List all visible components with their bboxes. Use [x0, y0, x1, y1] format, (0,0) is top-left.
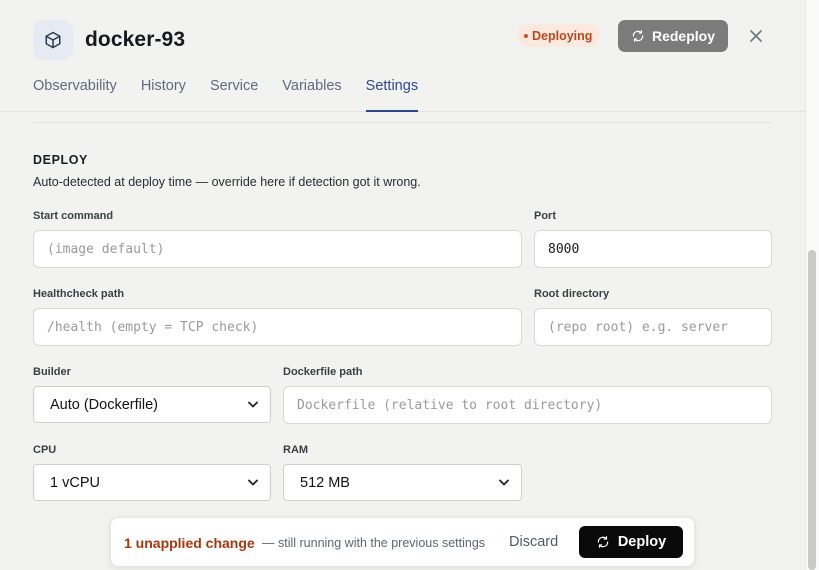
chevron-down-icon [248, 401, 258, 408]
deploy-section-title: DEPLOY [33, 153, 88, 167]
deploy-section-description: Auto-detected at deploy time — override … [33, 175, 421, 189]
status-dot [524, 33, 528, 38]
refresh-icon [597, 536, 609, 548]
deploy-label: Deploy [617, 534, 667, 550]
tab-history[interactable]: History [141, 76, 186, 112]
builder-label: Builder [33, 366, 71, 378]
status-label: Deploying [532, 28, 593, 43]
unapplied-change-note: — still running with the previous settin… [262, 536, 486, 550]
tab-variables[interactable]: Variables [282, 76, 341, 112]
ram-select[interactable]: 512 MB [283, 464, 522, 501]
root-directory-input[interactable] [534, 308, 772, 346]
builder-selected-value: Auto (Dockerfile) [50, 396, 158, 413]
cpu-label: CPU [33, 444, 57, 456]
ram-selected-value: 512 MB [300, 474, 350, 491]
chevron-down-icon [248, 479, 258, 486]
tab-observability[interactable]: Observability [33, 76, 117, 112]
root-directory-label: Root directory [534, 288, 610, 300]
unapplied-change-count: 1 unapplied change [124, 535, 255, 551]
port-label: Port [534, 210, 556, 222]
healthcheck-label: Healthcheck path [33, 288, 125, 300]
cpu-select[interactable]: 1 vCPU [33, 464, 271, 501]
close-icon [750, 30, 762, 42]
tab-settings[interactable]: Settings [365, 76, 419, 112]
scrollbar-thumb[interactable] [808, 250, 816, 570]
port-input[interactable] [534, 230, 772, 268]
discard-button[interactable]: Discard [509, 534, 558, 550]
tab-service[interactable]: Service [210, 76, 258, 112]
chevron-down-icon [499, 479, 509, 486]
redeploy-button[interactable]: Redeploy [618, 20, 728, 52]
tab-bar: Observability History Service Variables … [33, 76, 419, 112]
unapplied-changes-bar: 1 unapplied change — still running with … [110, 517, 695, 567]
dockerfile-path-label: Dockerfile path [283, 366, 363, 378]
panel-header: docker-93 Deploying Redeploy Observabili… [0, 0, 805, 112]
service-title: docker-93 [85, 28, 186, 51]
cpu-selected-value: 1 vCPU [50, 474, 100, 491]
deploy-button[interactable]: Deploy [579, 526, 683, 558]
refresh-icon [632, 30, 644, 42]
builder-select[interactable]: Auto (Dockerfile) [33, 386, 271, 423]
status-badge: Deploying [517, 24, 601, 47]
start-command-input[interactable] [33, 230, 522, 268]
redeploy-label: Redeploy [651, 28, 715, 44]
dockerfile-path-input[interactable] [283, 386, 772, 424]
start-command-label: Start command [33, 210, 114, 222]
close-button[interactable] [746, 26, 766, 46]
box-icon [33, 20, 73, 60]
section-divider [33, 122, 771, 123]
healthcheck-input[interactable] [33, 308, 522, 346]
service-settings-panel: docker-93 Deploying Redeploy Observabili… [0, 0, 805, 570]
ram-label: RAM [283, 444, 309, 456]
